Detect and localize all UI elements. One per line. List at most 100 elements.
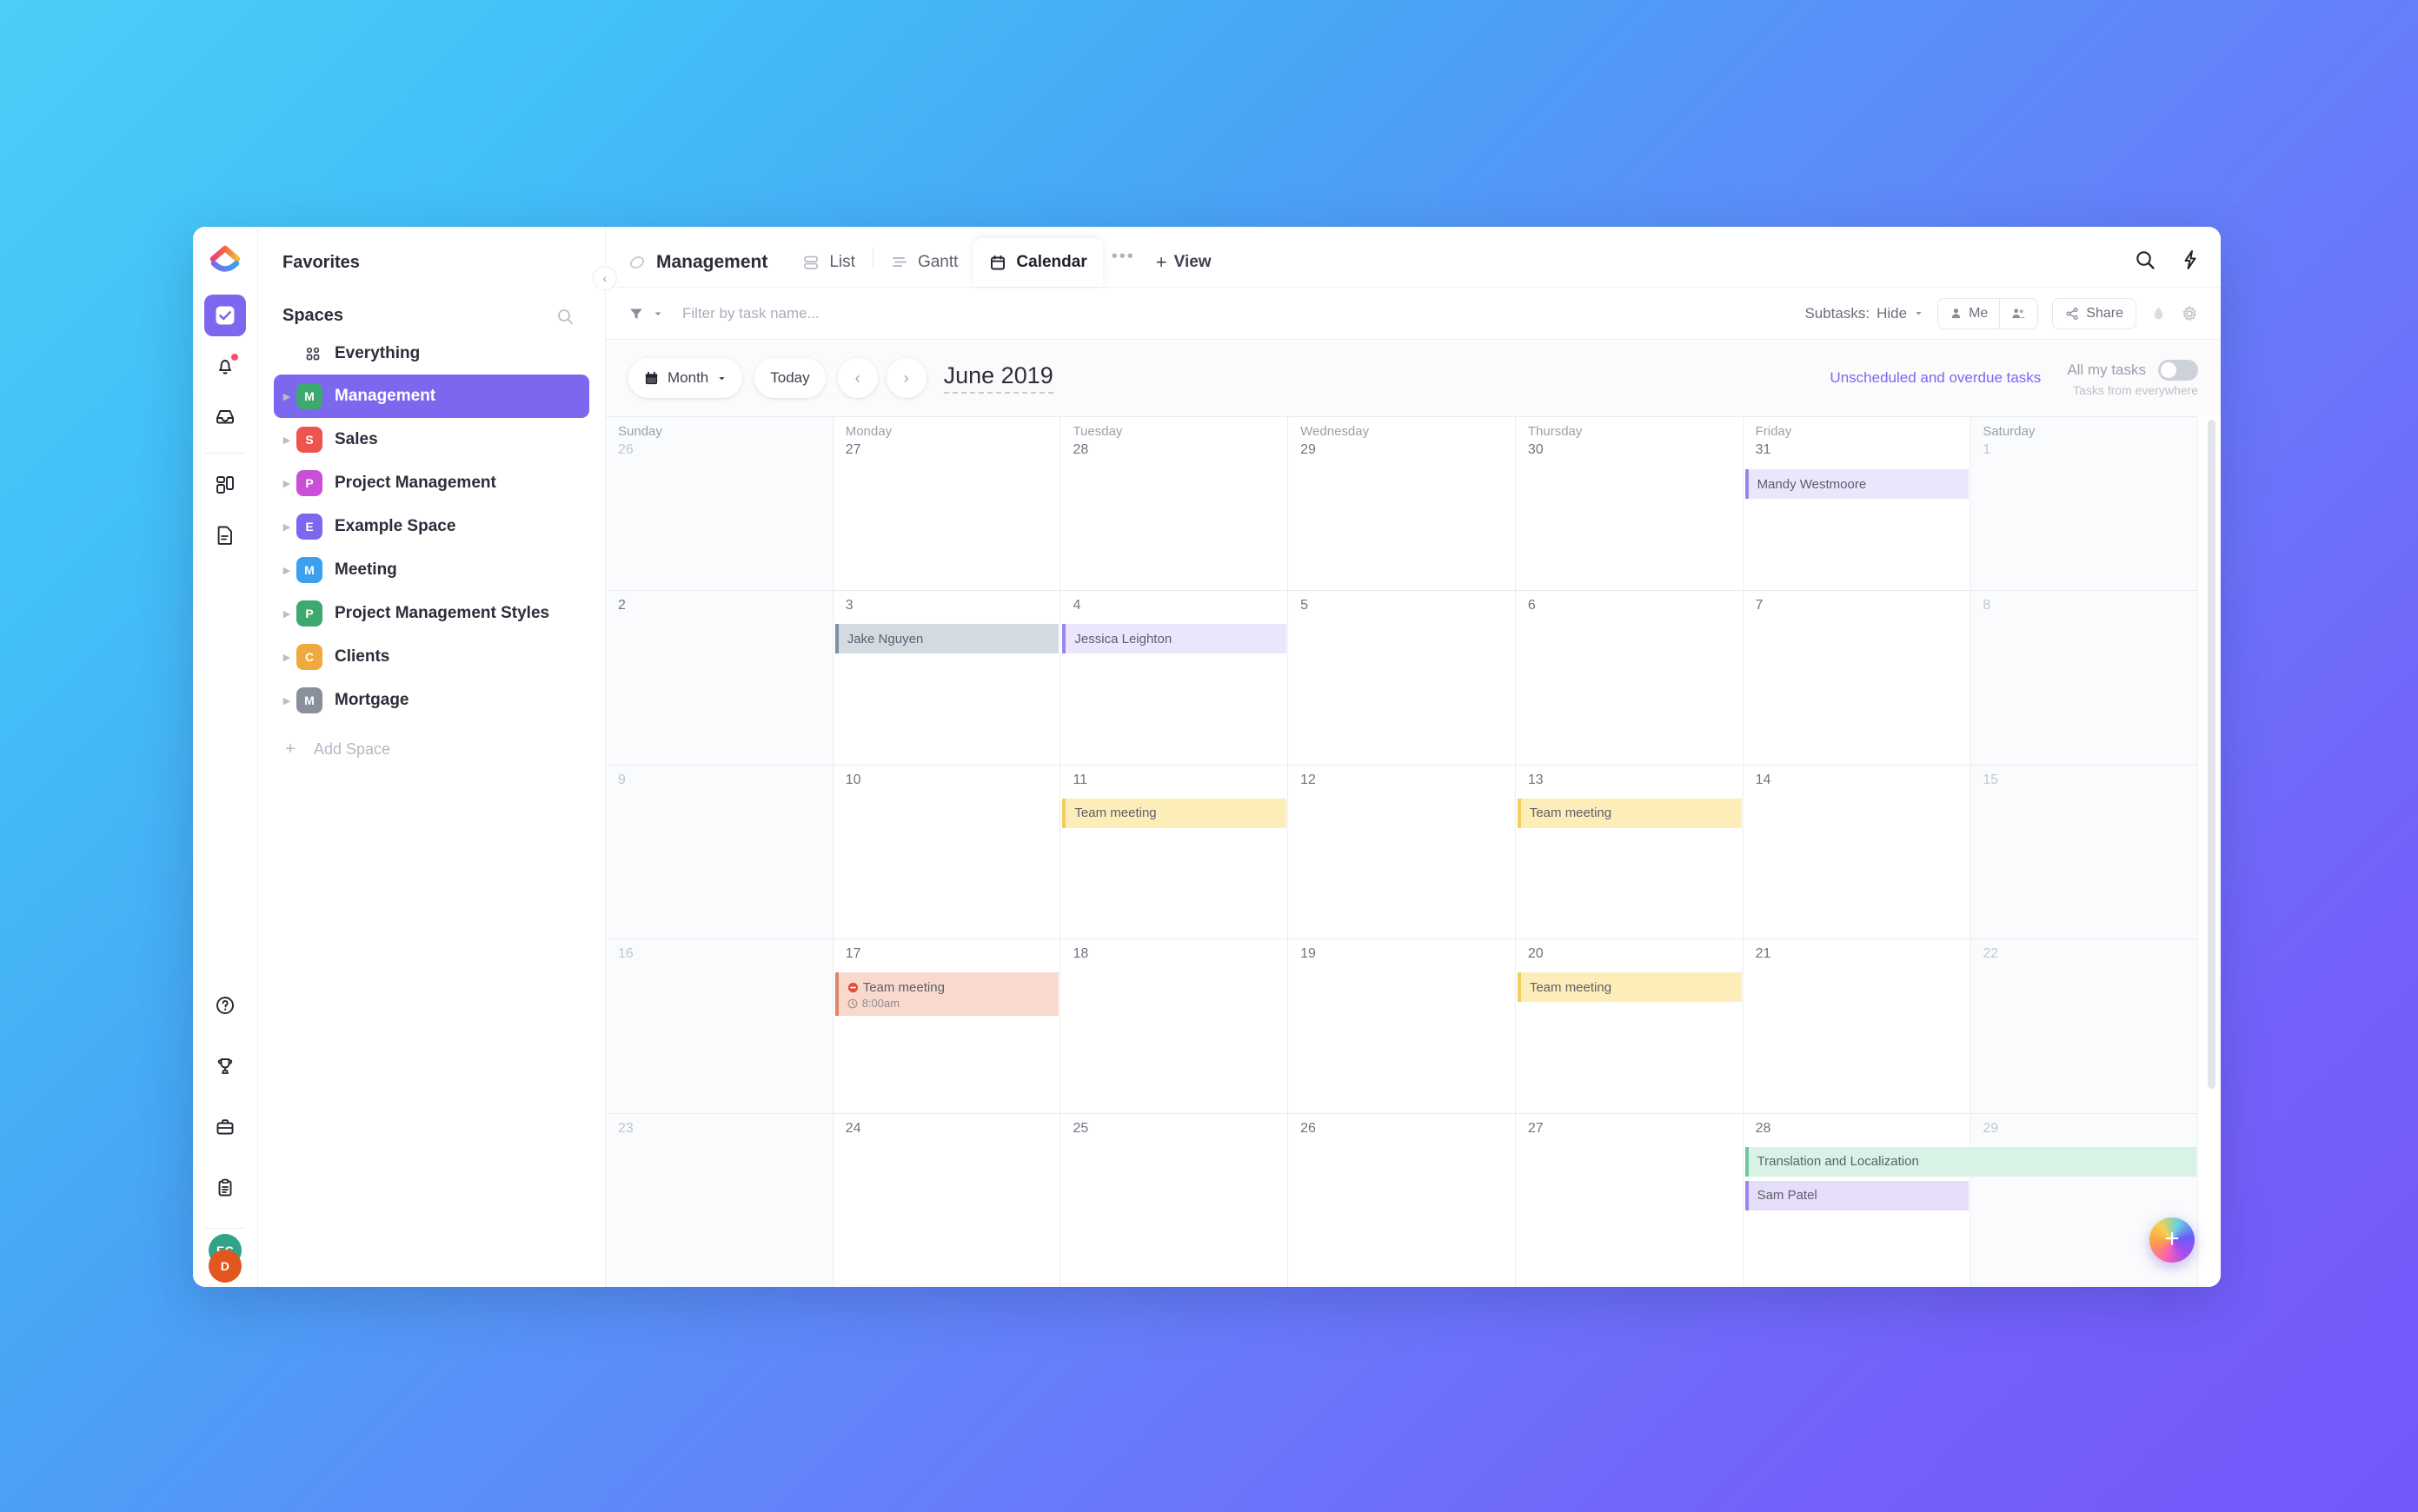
calendar-day-cell[interactable]: 20 bbox=[1516, 939, 1744, 1113]
calendar-day-cell[interactable]: 25 bbox=[1060, 1113, 1289, 1287]
sidebar-item-mortgage[interactable]: ▶ M Mortgage bbox=[274, 679, 589, 722]
rail-item-portfolios[interactable] bbox=[204, 1106, 246, 1148]
rail-item-inbox[interactable] bbox=[204, 395, 246, 437]
chevron-down-icon[interactable] bbox=[653, 308, 663, 319]
rail-item-tasks[interactable] bbox=[204, 295, 246, 336]
add-view-button[interactable]: + View bbox=[1144, 238, 1224, 287]
calendar-day-cell[interactable]: 14 bbox=[1744, 765, 1971, 939]
calendar-day-cell[interactable]: 5 bbox=[1288, 591, 1516, 765]
chevron-right-icon[interactable]: ▶ bbox=[277, 434, 296, 446]
calendar-event[interactable]: Team meeting bbox=[1517, 798, 1742, 828]
rail-item-goals[interactable] bbox=[204, 1045, 246, 1087]
lightning-icon[interactable] bbox=[2179, 249, 2202, 271]
calendar-day-cell[interactable]: 27 bbox=[1516, 1113, 1744, 1287]
all-my-tasks-toggle[interactable] bbox=[2158, 359, 2198, 381]
view-mode-dropdown[interactable]: Month bbox=[628, 358, 743, 398]
sidebar-item-management[interactable]: ▶ M Management bbox=[274, 375, 589, 418]
tab-calendar[interactable]: Calendar bbox=[973, 238, 1103, 287]
rail-item-clipboard[interactable] bbox=[204, 1167, 246, 1209]
calendar-event[interactable]: Team meeting bbox=[1062, 798, 1287, 828]
calendar-day-cell[interactable]: 7 bbox=[1744, 591, 1971, 765]
calendar-day-cell[interactable]: 21 bbox=[1744, 939, 1971, 1113]
calendar-day-cell[interactable]: Saturday 1 bbox=[1970, 417, 2199, 591]
next-month-button[interactable]: › bbox=[886, 358, 927, 398]
share-button[interactable]: Share bbox=[2052, 297, 2136, 329]
calendar-day-cell[interactable]: 6 bbox=[1516, 591, 1744, 765]
add-space-button[interactable]: + Add Space bbox=[274, 729, 589, 769]
calendar-day-cell[interactable]: 3 bbox=[834, 591, 1061, 765]
sidebar-item-everything[interactable]: Everything bbox=[274, 333, 589, 375]
calendar-day-cell[interactable]: 26 bbox=[1288, 1113, 1516, 1287]
create-task-fab[interactable]: + bbox=[2149, 1217, 2195, 1263]
calendar-day-cell[interactable]: 16 bbox=[606, 939, 834, 1113]
calendar-scrollbar[interactable] bbox=[2208, 420, 2215, 1089]
calendar-day-cell[interactable]: 15 bbox=[1970, 765, 2199, 939]
chevron-right-icon[interactable]: ▶ bbox=[277, 478, 296, 489]
tab-list[interactable]: List bbox=[787, 238, 871, 287]
calendar-day-cell[interactable]: Sunday 26 bbox=[606, 417, 834, 591]
sidebar-item-project-management-styles[interactable]: ▶ P Project Management Styles bbox=[274, 592, 589, 635]
calendar-day-cell[interactable]: Tuesday 28 bbox=[1060, 417, 1289, 591]
search-input[interactable]: Filter by task name... bbox=[682, 305, 820, 322]
rail-item-dashboards[interactable] bbox=[204, 464, 246, 506]
calendar-event[interactable]: Translation and Localization bbox=[1744, 1146, 2196, 1177]
unscheduled-tasks-link[interactable]: Unscheduled and overdue tasks bbox=[1830, 369, 2041, 387]
calendar-event[interactable]: Mandy Westmoore bbox=[1744, 469, 1970, 499]
filter-icon[interactable] bbox=[628, 306, 644, 322]
calendar-day-cell[interactable]: Thursday 30 bbox=[1516, 417, 1744, 591]
droplet-icon[interactable] bbox=[2150, 305, 2167, 322]
rail-item-docs[interactable] bbox=[204, 514, 246, 556]
calendar-day-cell[interactable]: 22 bbox=[1970, 939, 2199, 1113]
chevron-right-icon[interactable]: ▶ bbox=[277, 391, 296, 402]
calendar-day-cell[interactable]: 8 bbox=[1970, 591, 2199, 765]
more-horizontal-icon[interactable]: ••• bbox=[1103, 247, 1144, 267]
today-button[interactable]: Today bbox=[754, 358, 826, 398]
gear-icon[interactable] bbox=[2181, 305, 2198, 322]
chevron-right-icon[interactable]: ▶ bbox=[277, 565, 296, 576]
calendar-day-cell[interactable]: 18 bbox=[1060, 939, 1289, 1113]
search-icon[interactable] bbox=[556, 308, 574, 325]
sidebar-item-sales[interactable]: ▶ S Sales bbox=[274, 418, 589, 461]
calendar-day-cell[interactable]: Wednesday 29 bbox=[1288, 417, 1516, 591]
rail-item-help[interactable] bbox=[204, 985, 246, 1026]
breadcrumb[interactable]: Management bbox=[628, 238, 767, 287]
filter-people-button[interactable] bbox=[1999, 298, 2037, 328]
calendar-event[interactable]: Jessica Leighton bbox=[1062, 624, 1287, 654]
tab-gantt[interactable]: Gantt bbox=[875, 238, 973, 287]
chevron-right-icon[interactable]: ▶ bbox=[277, 652, 296, 663]
calendar-day-cell[interactable]: 19 bbox=[1288, 939, 1516, 1113]
sidebar-item-clients[interactable]: ▶ C Clients bbox=[274, 635, 589, 679]
chevron-right-icon[interactable]: ▶ bbox=[277, 608, 296, 620]
calendar-day-cell[interactable]: 17 bbox=[834, 939, 1061, 1113]
calendar-day-cell[interactable]: 9 bbox=[606, 765, 834, 939]
user-avatars[interactable]: EC D bbox=[205, 1228, 245, 1283]
calendar-day-cell[interactable]: 10 bbox=[834, 765, 1061, 939]
chevron-right-icon[interactable]: ▶ bbox=[277, 695, 296, 706]
calendar-event[interactable]: Jake Nguyen bbox=[834, 624, 1060, 654]
calendar-day-cell[interactable]: 4 bbox=[1060, 591, 1289, 765]
clickup-logo-icon[interactable] bbox=[206, 241, 244, 279]
prev-month-button[interactable]: ‹ bbox=[837, 358, 878, 398]
sidebar-item-meeting[interactable]: ▶ M Meeting bbox=[274, 548, 589, 592]
sidebar-item-example-space[interactable]: ▶ E Example Space bbox=[274, 505, 589, 548]
search-icon[interactable] bbox=[2134, 249, 2156, 271]
calendar-day-cell[interactable]: 11 bbox=[1060, 765, 1289, 939]
subtasks-dropdown[interactable]: Subtasks: Hide bbox=[1804, 305, 1923, 322]
filter-me-button[interactable]: Me bbox=[1938, 299, 1999, 328]
chevron-right-icon[interactable]: ▶ bbox=[277, 521, 296, 533]
calendar-event[interactable]: Sam Patel bbox=[1744, 1180, 1970, 1210]
rail-item-notifications[interactable] bbox=[204, 345, 246, 387]
calendar-day-cell[interactable]: Monday 27 bbox=[834, 417, 1061, 591]
calendar-day-cell[interactable]: Friday 31 bbox=[1744, 417, 1971, 591]
calendar-day-cell[interactable]: 24 bbox=[834, 1113, 1061, 1287]
sidebar-collapse-button[interactable]: ‹ bbox=[593, 266, 617, 290]
calendar-day-cell[interactable]: 2 bbox=[606, 591, 834, 765]
calendar-day-cell[interactable]: 12 bbox=[1288, 765, 1516, 939]
avatar[interactable]: D bbox=[209, 1250, 242, 1283]
calendar-title[interactable]: June 2019 bbox=[943, 362, 1053, 394]
sidebar-item-project-management[interactable]: ▶ P Project Management bbox=[274, 461, 589, 505]
calendar-day-cell[interactable]: 13 bbox=[1516, 765, 1744, 939]
calendar-event[interactable]: Team meeting 8:00am bbox=[834, 972, 1060, 1017]
calendar-event[interactable]: Team meeting bbox=[1517, 972, 1742, 1003]
calendar-day-cell[interactable]: 23 bbox=[606, 1113, 834, 1287]
